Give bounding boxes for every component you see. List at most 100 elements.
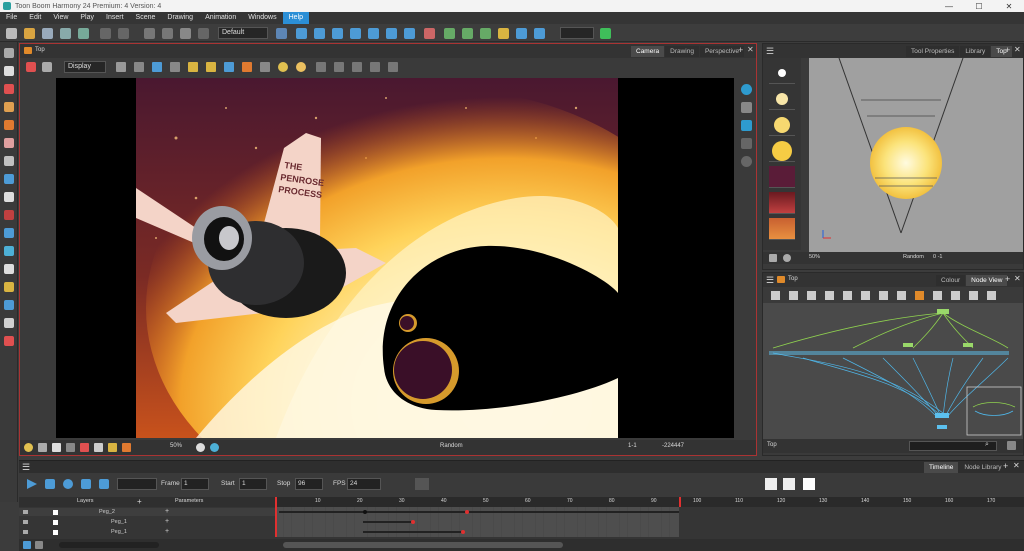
menu-edit[interactable]: Edit (23, 12, 47, 24)
minimize-button[interactable]: — (934, 0, 964, 12)
ellipse-tool-icon[interactable] (4, 192, 14, 202)
eraser-tool-icon[interactable] (4, 138, 14, 148)
deform-icon[interactable] (404, 28, 415, 39)
table-icon[interactable] (134, 62, 144, 72)
import-icon[interactable] (78, 28, 89, 39)
rotate-status-icon[interactable] (210, 443, 219, 452)
playhead[interactable] (275, 507, 277, 537)
frame-input[interactable]: 1 (181, 478, 209, 490)
node-settings-icon[interactable] (1007, 441, 1016, 450)
copy-icon[interactable] (162, 28, 173, 39)
text-tool-icon[interactable] (4, 156, 14, 166)
play-icon[interactable] (27, 479, 37, 489)
top-viewport[interactable] (809, 58, 1023, 252)
timeline-option-1[interactable] (415, 478, 429, 490)
layer-name[interactable]: Peg_1 (111, 528, 127, 536)
node-tool-4-icon[interactable] (825, 291, 834, 300)
node-tool-13-icon[interactable] (987, 291, 996, 300)
peg-add-icon[interactable] (462, 28, 473, 39)
menu-windows[interactable]: Windows (242, 12, 282, 24)
playhead-start[interactable] (275, 497, 277, 507)
node-tool-7-icon[interactable] (879, 291, 888, 300)
loop-icon[interactable] (63, 479, 73, 489)
keyframe[interactable] (363, 510, 367, 514)
search-icon[interactable]: ⌕ (985, 441, 989, 449)
onion-skin-icon[interactable] (26, 62, 36, 72)
visibility-icon[interactable] (23, 510, 28, 514)
run-icon[interactable] (600, 28, 611, 39)
stroke-icon[interactable] (260, 62, 270, 72)
bounding-box-icon[interactable] (498, 28, 509, 39)
node-tool-6-icon[interactable] (861, 291, 870, 300)
menu-insert[interactable]: Insert (100, 12, 130, 24)
node-tool-3-icon[interactable] (807, 291, 816, 300)
tab-library[interactable]: Library (960, 46, 991, 57)
keyframe[interactable] (411, 520, 415, 524)
white-key-icon[interactable] (803, 478, 815, 490)
playhead-end-marker[interactable] (679, 497, 681, 507)
node-tool-10-icon[interactable] (933, 291, 942, 300)
stamp-tool-icon[interactable] (4, 120, 14, 130)
cursor-icon[interactable] (42, 62, 52, 72)
layers-icon[interactable] (741, 120, 752, 131)
brush-preset-7[interactable] (769, 218, 795, 240)
layer-add-param-icon[interactable]: + (165, 528, 169, 536)
mirror-icon[interactable] (368, 28, 379, 39)
layer-row[interactable]: Peg_1 + (19, 528, 275, 536)
brush-preset-5[interactable] (769, 166, 795, 188)
timeline-close-icon[interactable]: ✕ (1013, 461, 1020, 470)
maximize-button[interactable]: ☐ (964, 0, 994, 12)
fps-input[interactable]: 24 (347, 478, 381, 490)
mark-key-icon[interactable] (765, 478, 777, 490)
new-scene-icon[interactable] (6, 28, 17, 39)
cutter-tool-icon[interactable] (4, 282, 14, 292)
start-input[interactable]: 1 (239, 478, 267, 490)
tool-icon-3[interactable] (352, 62, 362, 72)
red-frame-icon[interactable] (80, 443, 89, 452)
shape-tool-icon[interactable] (4, 174, 14, 184)
brush-preset-4[interactable] (769, 140, 795, 162)
tab-camera[interactable]: Camera (631, 46, 665, 57)
workspace-select[interactable]: Default (218, 27, 268, 39)
node-icon[interactable] (480, 28, 491, 39)
stack-icon[interactable] (741, 138, 752, 149)
tab-node-view[interactable]: Node View (966, 275, 1008, 286)
timeline-menu-icon[interactable]: ☰ (22, 462, 30, 473)
node-tool-12-icon[interactable] (969, 291, 978, 300)
pivot-icon[interactable] (296, 28, 307, 39)
menu-play[interactable]: Play (74, 12, 100, 24)
menu-scene[interactable]: Scene (130, 12, 162, 24)
play-sound-icon[interactable] (45, 479, 55, 489)
flip-icon[interactable] (386, 28, 397, 39)
keyframe[interactable] (461, 530, 465, 534)
transform-icon[interactable] (276, 28, 287, 39)
menu-file[interactable]: File (0, 12, 23, 24)
lock-icon[interactable] (188, 62, 198, 72)
pencil-icon[interactable] (242, 62, 252, 72)
sphere-icon[interactable] (741, 156, 752, 167)
tool-icon-2[interactable] (334, 62, 344, 72)
glow-icon[interactable] (296, 62, 306, 72)
skew-icon[interactable] (350, 28, 361, 39)
stop-input[interactable]: 96 (295, 478, 323, 490)
first-frame-icon[interactable] (81, 479, 91, 489)
light-icon[interactable] (278, 62, 288, 72)
layer-row[interactable]: Peg_1 + (19, 518, 275, 526)
display-select[interactable]: Display (64, 61, 106, 73)
node-tool-5-icon[interactable] (843, 291, 852, 300)
keyframe[interactable] (465, 510, 469, 514)
redo-icon[interactable] (118, 28, 129, 39)
reposition-tool-icon[interactable] (4, 318, 14, 328)
home-icon[interactable] (24, 47, 32, 54)
camera-eye-icon[interactable] (741, 84, 752, 95)
add-view-icon[interactable]: + (738, 45, 743, 55)
brush-preset-2[interactable] (769, 88, 795, 110)
reset-icon[interactable] (196, 443, 205, 452)
layer-add-param-icon[interactable]: + (165, 518, 169, 526)
shape-icon[interactable] (170, 62, 180, 72)
timeline-footer-icon-2[interactable] (35, 541, 43, 549)
frame-icon[interactable] (38, 443, 47, 452)
menu-icon[interactable]: ☰ (766, 46, 774, 57)
color-swatch[interactable] (53, 530, 58, 535)
tab-tool-properties[interactable]: Tool Properties (906, 46, 960, 57)
